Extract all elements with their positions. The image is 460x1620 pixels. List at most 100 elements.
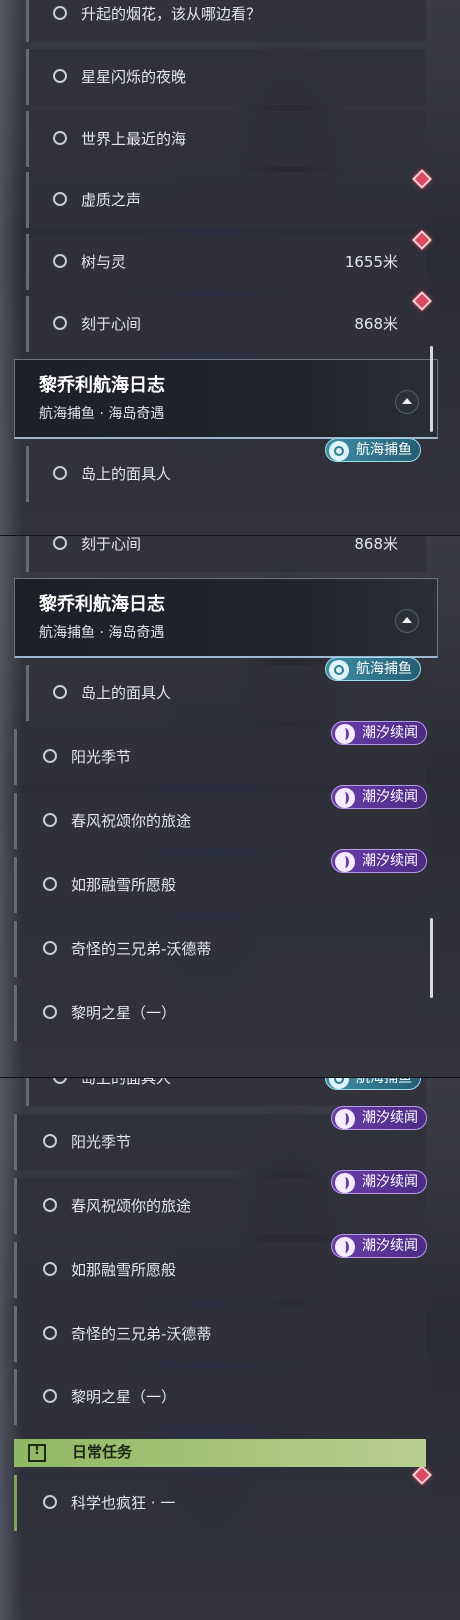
circle-icon	[43, 1495, 57, 1509]
quest-item-science-madness[interactable]: 科学也疯狂 · 一	[14, 1475, 426, 1531]
tag-label: 航海捕鱼	[356, 661, 412, 677]
quest-item-void-voice[interactable]: 虚质之声	[26, 172, 426, 228]
quest-label: 阳光季节	[71, 748, 132, 766]
quest-label: 星星闪烁的夜晚	[81, 68, 187, 86]
quest-distance: 868米	[354, 315, 398, 333]
circle-icon	[43, 1389, 57, 1403]
quest-distance: 868米	[354, 536, 398, 553]
quest-label: 岛上的面具人	[81, 684, 172, 702]
quest-item-nearest-sea[interactable]: 世界上最近的海	[26, 111, 426, 167]
fishing-tag: 航海捕鱼	[325, 438, 421, 462]
circle-icon	[53, 536, 67, 550]
daily-quest-label: 日常任务	[72, 1443, 133, 1461]
circle-icon	[53, 466, 67, 480]
circle-icon	[53, 131, 67, 145]
quest-group-header[interactable]: 黎乔利航海日志 航海捕鱼 · 海岛奇遇	[14, 359, 438, 439]
circle-icon	[43, 1134, 57, 1148]
quest-list-panel-1: 升起的烟花，该从哪边看？ 星星闪烁的夜晚 世界上最近的海 虚质之声 树与灵 16…	[0, 0, 460, 536]
circle-icon	[53, 1078, 67, 1084]
quest-label: 黎明之星（一）	[71, 1004, 177, 1022]
tide-icon	[335, 724, 355, 744]
quest-label: 岛上的面具人	[81, 1078, 172, 1087]
tag-label: 航海捕鱼	[356, 442, 412, 458]
quest-label: 岛上的面具人	[81, 465, 172, 483]
tag-label: 航海捕鱼	[356, 1078, 412, 1086]
quest-item-starry-night[interactable]: 星星闪烁的夜晚	[26, 49, 426, 105]
circle-icon	[43, 749, 57, 763]
quest-item-dawn-star[interactable]: 黎明之星（一）	[14, 1369, 426, 1425]
scrollbar[interactable]	[430, 918, 433, 998]
quest-label: 虚质之声	[81, 191, 142, 209]
tag-label: 潮汐续闻	[362, 853, 418, 869]
tide-icon	[335, 1237, 355, 1257]
quest-group-header[interactable]: 黎乔利航海日志 航海捕鱼 · 海岛奇遇	[14, 578, 438, 658]
tide-tag: 潮汐续闻	[331, 1234, 427, 1258]
circle-icon	[53, 316, 67, 330]
circle-icon	[43, 1198, 57, 1212]
circle-icon	[53, 192, 67, 206]
scrollbar[interactable]	[430, 346, 433, 432]
tide-icon	[335, 1109, 355, 1129]
circle-icon	[43, 1326, 57, 1340]
tide-icon	[335, 788, 355, 808]
tide-tag: 潮汐续闻	[331, 849, 427, 873]
chevron-up-icon[interactable]	[395, 609, 419, 633]
quest-list-panel-2: 刻于心间 868米 黎乔利航海日志 航海捕鱼 · 海岛奇遇 岛上的面具人 航海捕…	[0, 536, 460, 1078]
fishing-tag: 航海捕鱼	[325, 657, 421, 681]
quest-list-panel-3: 岛上的面具人 航海捕鱼 阳光季节 潮汐续闻 春风祝颂你的旅途 潮汐续闻 如那融雪…	[0, 1078, 460, 1620]
quest-label: 升起的烟花，该从哪边看？	[81, 5, 262, 23]
tag-label: 潮汐续闻	[362, 725, 418, 741]
quest-label: 奇怪的三兄弟-沃德蒂	[71, 940, 212, 958]
quest-item-engraved-heart[interactable]: 刻于心间 868米	[26, 296, 426, 352]
tag-label: 潮汐续闻	[362, 1110, 418, 1126]
circle-icon	[43, 813, 57, 827]
circle-icon	[43, 877, 57, 891]
quest-label: 春风祝颂你的旅途	[71, 1197, 192, 1215]
fishing-hook-icon	[329, 1078, 349, 1089]
quest-item-three-brothers[interactable]: 奇怪的三兄弟-沃德蒂	[14, 921, 426, 977]
circle-icon	[53, 6, 67, 20]
quest-item-engraved-heart[interactable]: 刻于心间 868米	[26, 536, 426, 572]
group-subtitle: 航海捕鱼 · 海岛奇遇	[39, 625, 165, 641]
group-title: 黎乔利航海日志	[39, 594, 165, 615]
tide-tag: 潮汐续闻	[331, 721, 427, 745]
group-title: 黎乔利航海日志	[39, 375, 165, 396]
circle-icon	[53, 685, 67, 699]
tide-tag: 潮汐续闻	[331, 1170, 427, 1194]
quest-label: 世界上最近的海	[81, 130, 187, 148]
circle-icon	[53, 254, 67, 268]
quest-label: 如那融雪所愿般	[71, 876, 177, 894]
quest-distance: 1655米	[344, 253, 398, 271]
exclamation-icon	[28, 1443, 46, 1462]
tide-icon	[335, 852, 355, 872]
quest-item-tree-spirit[interactable]: 树与灵 1655米	[26, 234, 426, 290]
tag-label: 潮汐续闻	[362, 1238, 418, 1254]
quest-item-dawn-star[interactable]: 黎明之星（一）	[14, 985, 426, 1041]
group-subtitle: 航海捕鱼 · 海岛奇遇	[39, 406, 165, 422]
tide-tag: 潮汐续闻	[331, 785, 427, 809]
daily-quest-header[interactable]: 日常任务	[14, 1439, 426, 1467]
quest-label: 奇怪的三兄弟-沃德蒂	[71, 1325, 212, 1343]
quest-label: 如那融雪所愿般	[71, 1261, 177, 1279]
quest-label: 刻于心间	[81, 315, 142, 333]
tag-label: 潮汐续闻	[362, 789, 418, 805]
quest-label: 刻于心间	[81, 536, 142, 553]
circle-icon	[43, 1262, 57, 1276]
tide-icon	[335, 1173, 355, 1193]
quest-label: 科学也疯狂 · 一	[71, 1494, 176, 1512]
tide-tag: 潮汐续闻	[331, 1106, 427, 1130]
quest-label: 春风祝颂你的旅途	[71, 812, 192, 830]
fishing-hook-icon	[329, 660, 349, 680]
circle-icon	[53, 69, 67, 83]
fishing-hook-icon	[329, 441, 349, 461]
quest-item-three-brothers[interactable]: 奇怪的三兄弟-沃德蒂	[14, 1306, 426, 1362]
quest-label: 树与灵	[81, 253, 127, 271]
circle-icon	[43, 941, 57, 955]
quest-label: 黎明之星（一）	[71, 1388, 177, 1406]
quest-item-fireworks[interactable]: 升起的烟花，该从哪边看？	[26, 0, 426, 42]
circle-icon	[43, 1005, 57, 1019]
fishing-tag: 航海捕鱼	[325, 1078, 421, 1090]
tag-label: 潮汐续闻	[362, 1174, 418, 1190]
quest-label: 阳光季节	[71, 1133, 132, 1151]
chevron-up-icon[interactable]	[395, 390, 419, 414]
